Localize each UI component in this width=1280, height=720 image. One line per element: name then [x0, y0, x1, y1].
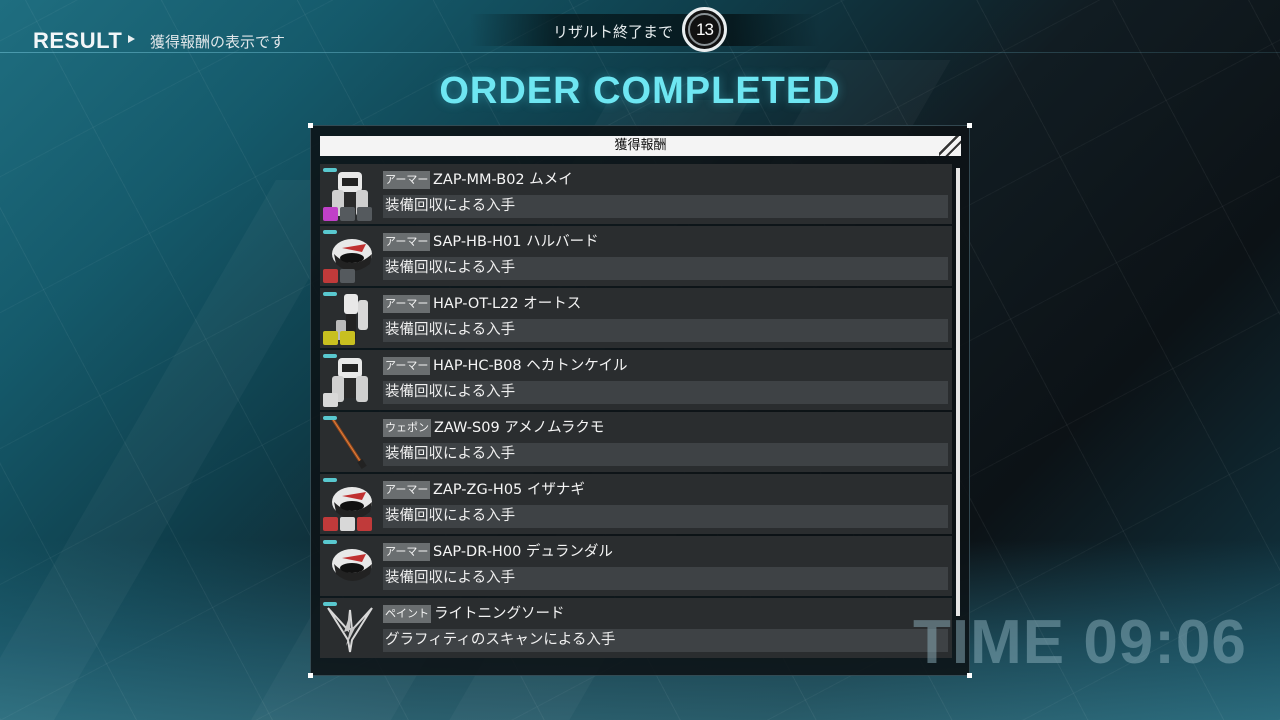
reward-row[interactable]: アーマー SAP-DR-H00 デュランダル装備回収による入手	[320, 536, 952, 596]
reward-list[interactable]: アーマー ZAP-MM-B02 ムメイ 装備回収による入手 アーマー SAP-HB-H0…	[320, 164, 952, 661]
timer-label: リザルト終了まで	[553, 23, 674, 41]
reward-row[interactable]: アーマー ZAP-MM-B02 ムメイ装備回収による入手	[320, 164, 952, 224]
header-slash-decoration	[939, 136, 961, 156]
slot-badge-icon	[340, 517, 355, 531]
item-acquisition: 装備回収による入手	[385, 322, 516, 338]
item-acquisition: グラフィティのスキャンによる入手	[385, 632, 616, 648]
slot-badge-icon	[323, 207, 338, 221]
item-acquisition: 装備回収による入手	[385, 570, 516, 586]
panel-corner	[967, 123, 972, 128]
slot-badges	[323, 393, 338, 407]
new-indicator	[323, 292, 337, 296]
new-indicator	[323, 602, 337, 606]
slot-badge-icon	[323, 517, 338, 531]
item-name: SAP-DR-H00 デュランダル	[433, 544, 613, 560]
graffiti-icon	[322, 600, 378, 656]
countdown-timer: 13	[682, 7, 727, 52]
slot-badge-icon	[323, 331, 338, 345]
slot-badge-icon	[340, 331, 355, 345]
reward-row[interactable]: アーマー ZAP-ZG-H05 イザナギ装備回収による入手	[320, 474, 952, 534]
category-tag: ウェポン	[383, 419, 431, 437]
page-title: ORDER COMPLETED	[439, 70, 841, 112]
panel-corner	[308, 123, 313, 128]
result-label: RESULT	[33, 28, 123, 53]
slot-badge-icon	[323, 269, 338, 283]
breadcrumb-arrow-icon	[128, 35, 135, 43]
armor-helmet-icon	[322, 538, 378, 594]
reward-row[interactable]: ペイント ライトニングソードグラフィティのスキャンによる入手	[320, 598, 952, 658]
countdown-value: 13	[688, 13, 721, 46]
result-description: 獲得報酬の表示です	[150, 33, 286, 51]
new-indicator	[323, 416, 337, 420]
rewards-panel: 獲得報酬 アーマー ZAP-MM-B02 ムメイ 装備回収による入手 アーマー SAP-…	[308, 123, 972, 678]
slot-badges	[323, 207, 372, 221]
item-acquisition: 装備回収による入手	[385, 198, 516, 214]
item-name: HAP-HC-B08 ヘカトンケイル	[433, 358, 628, 374]
reward-row[interactable]: ウェポン ZAW-S09 アメノムラクモ装備回収による入手	[320, 412, 952, 472]
category-tag: アーマー	[383, 233, 431, 251]
reward-row[interactable]: アーマー HAP-HC-B08 ヘカトンケイル装備回収による入手	[320, 350, 952, 410]
header-divider	[0, 52, 1280, 53]
slot-badge-icon	[323, 393, 338, 407]
item-acquisition: 装備回収による入手	[385, 260, 516, 276]
new-indicator	[323, 168, 337, 172]
sword-icon	[322, 414, 378, 470]
item-name: SAP-HB-H01 ハルバード	[433, 234, 599, 250]
category-tag: ペイント	[383, 605, 431, 623]
item-name: ZAW-S09 アメノムラクモ	[434, 420, 605, 436]
slot-badges	[323, 331, 355, 345]
category-tag: アーマー	[383, 543, 431, 561]
slot-badge-icon	[340, 269, 355, 283]
slot-badges	[323, 517, 372, 531]
new-indicator	[323, 230, 337, 234]
elapsed-time: TIME 09:06	[913, 608, 1247, 677]
panel-title: 獲得報酬	[614, 138, 667, 153]
new-indicator	[323, 540, 337, 544]
reward-row[interactable]: アーマー HAP-OT-L22 オートス装備回収による入手	[320, 288, 952, 348]
item-name: HAP-OT-L22 オートス	[433, 296, 582, 312]
item-name: ZAP-MM-B02 ムメイ	[433, 172, 573, 188]
category-tag: アーマー	[383, 295, 431, 313]
item-acquisition: 装備回収による入手	[385, 384, 516, 400]
item-name: ZAP-ZG-H05 イザナギ	[433, 482, 585, 498]
panel-header: 獲得報酬	[320, 136, 961, 156]
panel-corner	[308, 673, 313, 678]
category-tag: アーマー	[383, 171, 431, 189]
new-indicator	[323, 354, 337, 358]
new-indicator	[323, 478, 337, 482]
item-acquisition: 装備回収による入手	[385, 446, 516, 462]
slot-badge-icon	[357, 207, 372, 221]
reward-row[interactable]: アーマー SAP-HB-H01 ハルバード装備回収による入手	[320, 226, 952, 286]
category-tag: アーマー	[383, 481, 431, 499]
scrollbar[interactable]	[956, 168, 960, 616]
item-name: ライトニングソード	[434, 606, 565, 622]
slot-badges	[323, 269, 355, 283]
item-acquisition: 装備回収による入手	[385, 508, 516, 524]
category-tag: アーマー	[383, 357, 431, 375]
slot-badge-icon	[357, 517, 372, 531]
slot-badge-icon	[340, 207, 355, 221]
